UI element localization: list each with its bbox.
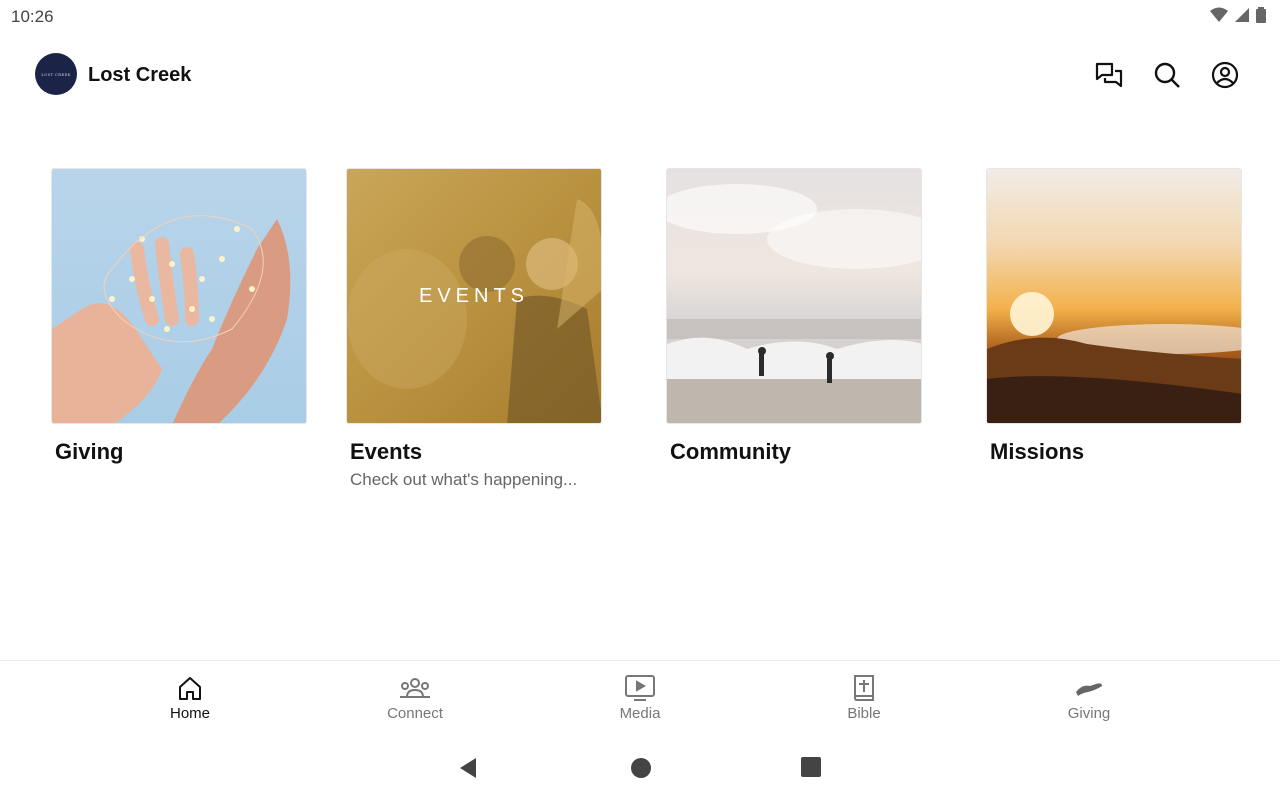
play-screen-icon bbox=[580, 673, 700, 703]
nav-label-bible: Bible bbox=[847, 705, 881, 722]
missions-image bbox=[986, 168, 1242, 424]
bottom-nav: Home Connect Media Bible Giving bbox=[0, 660, 1280, 738]
wifi-icon bbox=[1210, 7, 1228, 28]
nav-label-connect: Connect bbox=[387, 705, 443, 722]
recents-icon[interactable] bbox=[801, 757, 821, 782]
nav-item-bible[interactable]: Bible bbox=[804, 673, 924, 722]
bible-icon bbox=[804, 673, 924, 703]
battery-icon bbox=[1256, 7, 1266, 28]
card-giving[interactable]: Giving bbox=[51, 168, 307, 464]
nav-label-media: Media bbox=[619, 705, 661, 722]
nav-item-home[interactable]: Home bbox=[130, 673, 250, 722]
events-overlay-text: EVENTS bbox=[418, 285, 530, 307]
card-title: Giving bbox=[55, 439, 124, 464]
home-icon bbox=[130, 673, 250, 703]
content-cards: Giving EVENTS Events Check out what's ha… bbox=[0, 168, 1280, 508]
beach-illustration bbox=[667, 184, 921, 423]
chat-icon[interactable] bbox=[1094, 60, 1124, 90]
card-subtitle: Check out what's happening... bbox=[350, 470, 578, 489]
giving-hand-icon bbox=[1029, 673, 1149, 703]
account-icon[interactable] bbox=[1210, 60, 1240, 90]
app-header: LOST CREEK Lost Creek bbox=[0, 50, 1280, 102]
nav-label-giving: Giving bbox=[1067, 705, 1111, 722]
nav-item-media[interactable]: Media bbox=[580, 673, 700, 722]
events-image: EVENTS bbox=[346, 168, 602, 424]
nav-label-home: Home bbox=[169, 705, 210, 722]
system-nav bbox=[0, 740, 1280, 800]
nav-item-connect[interactable]: Connect bbox=[355, 673, 475, 722]
card-events[interactable]: EVENTS Events Check out what's happening… bbox=[346, 168, 602, 489]
card-missions[interactable]: Missions bbox=[986, 168, 1242, 464]
app-title: Lost Creek bbox=[88, 64, 192, 86]
sunset-illustration bbox=[987, 292, 1241, 423]
people-icon bbox=[355, 673, 475, 703]
card-title: Community bbox=[670, 439, 791, 464]
card-community[interactable]: Community bbox=[666, 168, 922, 464]
signal-icon bbox=[1234, 7, 1250, 28]
hands-lights-illustration bbox=[52, 215, 291, 423]
status-bar: 10:26 bbox=[0, 0, 1280, 34]
card-title: Events bbox=[350, 439, 423, 464]
nav-item-giving[interactable]: Giving bbox=[1029, 673, 1149, 722]
community-image bbox=[666, 168, 922, 424]
church-logo[interactable]: LOST CREEK bbox=[35, 53, 77, 95]
giving-image bbox=[51, 168, 307, 424]
back-icon[interactable] bbox=[458, 757, 478, 784]
home-circle-icon[interactable] bbox=[630, 757, 652, 784]
header-actions bbox=[1094, 60, 1240, 90]
status-icons bbox=[1210, 7, 1266, 28]
logo-text: LOST CREEK bbox=[41, 71, 71, 77]
search-icon[interactable] bbox=[1152, 60, 1182, 90]
status-time: 10:26 bbox=[11, 7, 54, 26]
card-title: Missions bbox=[990, 439, 1085, 464]
